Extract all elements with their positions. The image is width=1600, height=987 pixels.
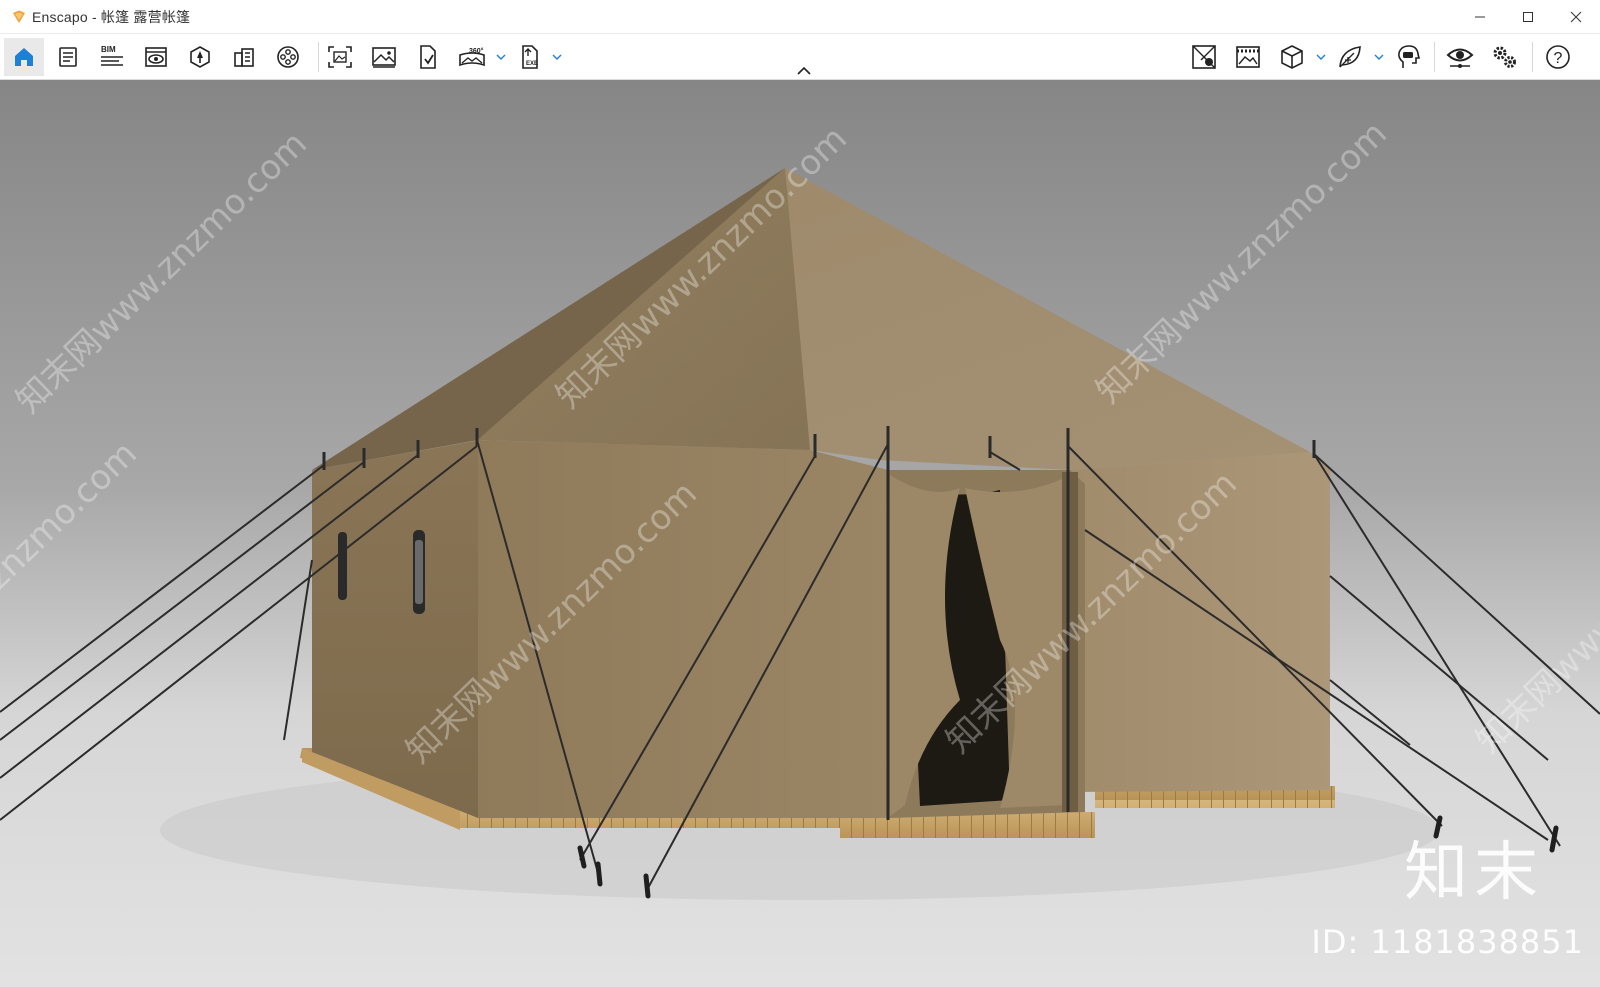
close-icon bbox=[1570, 11, 1582, 23]
vr-headset-button[interactable] bbox=[1388, 38, 1428, 76]
bim-icon: BIM bbox=[101, 45, 123, 66]
vr-headset-icon bbox=[1398, 45, 1421, 68]
chevron-down-icon bbox=[496, 54, 506, 60]
batch-render-button[interactable] bbox=[364, 38, 404, 76]
general-settings-button[interactable] bbox=[1484, 38, 1524, 76]
window-title: Enscapo - 帐篷 露营帐篷 bbox=[32, 8, 191, 25]
cube-view-icon bbox=[1281, 45, 1303, 69]
svg-text:EXE: EXE bbox=[526, 61, 538, 67]
toolbar-separator bbox=[318, 42, 319, 72]
export-dropdown[interactable] bbox=[550, 38, 564, 76]
panorama-button[interactable]: 360° bbox=[452, 38, 492, 76]
sun-position-button[interactable] bbox=[1184, 38, 1224, 76]
visual-settings-button[interactable] bbox=[1440, 38, 1480, 76]
views-button[interactable] bbox=[136, 38, 176, 76]
web-standalone-button[interactable] bbox=[408, 38, 448, 76]
gears-icon bbox=[1493, 46, 1516, 68]
brand-logo: 知末 bbox=[1404, 836, 1544, 910]
chevron-down-icon bbox=[552, 54, 562, 60]
material-editor-icon bbox=[234, 48, 254, 67]
tent-render bbox=[0, 80, 1600, 987]
view-eye-icon bbox=[145, 47, 167, 67]
video-editor-button[interactable] bbox=[268, 38, 308, 76]
toolbar-separator bbox=[1434, 42, 1435, 72]
eye-settings-icon bbox=[1446, 48, 1474, 68]
collapse-toolbar-button[interactable] bbox=[792, 64, 816, 78]
svg-text:?: ? bbox=[1554, 50, 1563, 67]
notes-icon bbox=[59, 47, 77, 67]
render-viewport[interactable]: 知末网www.znzmo.com 知末网www.znzmo.com 知末网www… bbox=[0, 80, 1600, 987]
maximize-button[interactable] bbox=[1504, 0, 1552, 34]
panorama-dropdown[interactable] bbox=[494, 38, 508, 76]
bim-button[interactable]: BIM bbox=[92, 38, 132, 76]
maximize-icon bbox=[1523, 12, 1533, 22]
atmosphere-dropdown[interactable] bbox=[1372, 38, 1386, 76]
home-button[interactable] bbox=[4, 38, 44, 76]
home-icon bbox=[15, 48, 33, 66]
batch-render-icon bbox=[372, 47, 396, 68]
screenshot-button[interactable] bbox=[320, 38, 360, 76]
image-id-label: ID: 1181838851 bbox=[1311, 923, 1584, 961]
export-button[interactable]: EXE bbox=[510, 38, 550, 76]
sun-position-icon bbox=[1192, 45, 1216, 69]
view-mode-dropdown[interactable] bbox=[1314, 38, 1328, 76]
leaf-atmosphere-icon bbox=[1339, 46, 1361, 68]
view-mode-button[interactable] bbox=[1272, 38, 1312, 76]
export-exe-icon: EXE bbox=[522, 45, 538, 69]
chevron-down-icon bbox=[1316, 54, 1326, 60]
enscape-logo-icon bbox=[13, 10, 25, 23]
help-icon: ? bbox=[1546, 45, 1570, 69]
asset-library-icon bbox=[190, 46, 210, 68]
web-standalone-icon bbox=[420, 45, 436, 69]
atmosphere-button[interactable] bbox=[1330, 38, 1370, 76]
video-editor-icon bbox=[277, 46, 299, 68]
chevron-up-icon bbox=[797, 67, 811, 75]
safe-frame-icon bbox=[1236, 46, 1260, 68]
asset-library-button[interactable] bbox=[180, 38, 220, 76]
panorama-icon: 360° bbox=[459, 47, 485, 67]
title-bar: Enscapo - 帐篷 露营帐篷 bbox=[0, 0, 1600, 34]
toolbar-separator bbox=[1532, 42, 1533, 72]
help-button[interactable]: ? bbox=[1538, 38, 1578, 76]
window-controls bbox=[1456, 0, 1600, 34]
material-editor-button[interactable] bbox=[224, 38, 264, 76]
chevron-down-icon bbox=[1374, 54, 1384, 60]
safe-frame-button[interactable] bbox=[1228, 38, 1268, 76]
minimize-button[interactable] bbox=[1456, 0, 1504, 34]
close-button[interactable] bbox=[1552, 0, 1600, 34]
screenshot-icon bbox=[328, 46, 352, 68]
minimize-icon bbox=[1475, 16, 1485, 18]
svg-text:BIM: BIM bbox=[101, 45, 116, 54]
notes-button[interactable] bbox=[48, 38, 88, 76]
